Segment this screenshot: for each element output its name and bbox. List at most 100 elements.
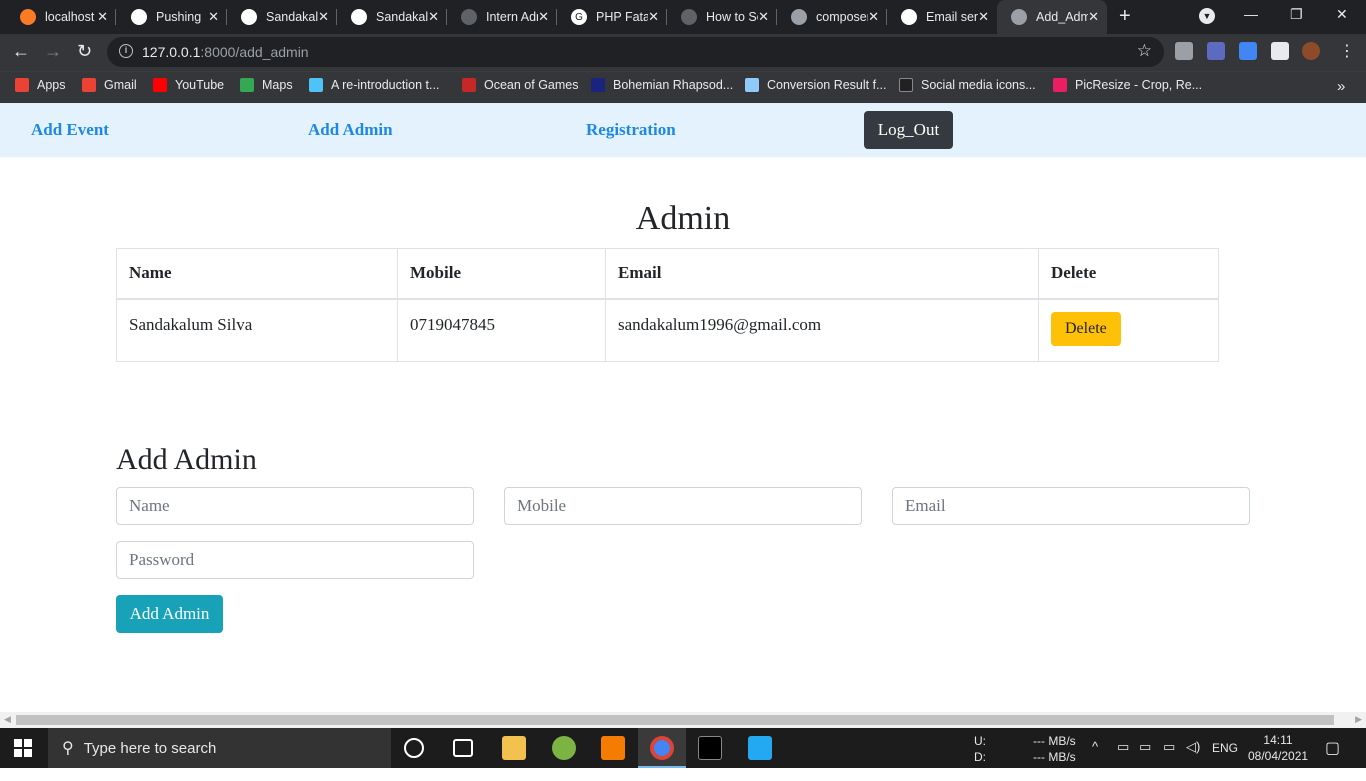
- puzzle-icon[interactable]: [1271, 42, 1289, 60]
- close-icon[interactable]: ✕: [208, 9, 219, 25]
- tab-label: localhost: [45, 10, 95, 24]
- address-bar[interactable]: i 127.0.0.1:8000/add_admin ☆: [107, 37, 1164, 67]
- bookmark-maps[interactable]: Maps: [240, 78, 293, 92]
- minimize-icon[interactable]: —: [1244, 6, 1258, 22]
- tab-label: composer: [816, 10, 868, 24]
- github-icon: [241, 9, 257, 25]
- scrollbar-thumb[interactable]: [16, 715, 1334, 725]
- meet-now-icon[interactable]: ▭: [1117, 739, 1129, 779]
- close-icon[interactable]: ✕: [1088, 9, 1099, 25]
- browser-tab-active[interactable]: Add_Admin ✕: [997, 0, 1107, 34]
- gmail-icon: [82, 78, 96, 92]
- delete-button[interactable]: Delete: [1051, 311, 1121, 346]
- mdn-icon: [309, 78, 323, 92]
- nav-registration[interactable]: Registration: [586, 120, 676, 140]
- windows-start-icon[interactable]: [14, 739, 32, 757]
- browser-tab[interactable]: Sandakalum ✕: [227, 0, 337, 34]
- maps-icon: [240, 78, 254, 92]
- bookmark-picresize[interactable]: PicResize - Crop, Re...: [1053, 78, 1202, 92]
- name-input[interactable]: [116, 487, 474, 525]
- language-indicator[interactable]: ENG: [1212, 741, 1238, 781]
- clock[interactable]: 14:11 08/04/2021: [1248, 732, 1308, 772]
- cortana-icon[interactable]: [404, 738, 424, 758]
- tab-search-icon[interactable]: ▼: [1199, 8, 1215, 24]
- translate-icon[interactable]: [1239, 42, 1257, 60]
- notifications-icon[interactable]: ▢: [1325, 738, 1340, 778]
- browser-tab[interactable]: Sandakalum ✕: [337, 0, 447, 34]
- color-picker-app-icon[interactable]: [552, 736, 576, 760]
- vscode-icon[interactable]: [748, 736, 772, 760]
- task-view-icon[interactable]: [453, 739, 473, 757]
- bookmark-conversion[interactable]: Conversion Result f...: [745, 78, 887, 92]
- bookmark-youtube[interactable]: YouTube: [153, 78, 224, 92]
- close-icon[interactable]: ✕: [868, 9, 879, 25]
- nav-add-event[interactable]: Add Event: [31, 120, 109, 140]
- bookmark-star-icon[interactable]: ☆: [1137, 41, 1152, 61]
- logout-button[interactable]: Log_Out: [864, 111, 953, 149]
- bookmark-reintroduction[interactable]: A re-introduction t...: [309, 78, 439, 92]
- scroll-left-icon[interactable]: ◀: [4, 714, 11, 725]
- github-icon: [131, 9, 147, 25]
- terminal-icon[interactable]: [698, 736, 722, 760]
- browser-tab[interactable]: Pushing ✕: [117, 0, 227, 34]
- page-content: Add Event Add Admin Registration Log_Out…: [0, 103, 1366, 712]
- email-input[interactable]: [892, 487, 1250, 525]
- add-admin-submit-button[interactable]: Add Admin: [116, 595, 223, 633]
- close-icon[interactable]: ✕: [648, 9, 659, 25]
- avatar[interactable]: [1302, 42, 1320, 60]
- net-speed-labels: U: D:: [974, 733, 986, 773]
- bookmark-gmail[interactable]: Gmail: [82, 78, 137, 92]
- taskbar-search-box[interactable]: ⚲ Type here to search: [48, 728, 391, 768]
- table-header-row: Name Mobile Email Delete: [116, 248, 1219, 300]
- restore-icon[interactable]: ❐: [1290, 6, 1303, 23]
- browser-tab[interactable]: Email send ✕: [887, 0, 997, 34]
- browser-tab[interactable]: How to Solve ✕: [667, 0, 777, 34]
- info-icon[interactable]: i: [119, 44, 133, 58]
- browser-tab[interactable]: composer ✕: [777, 0, 887, 34]
- close-icon[interactable]: ✕: [318, 9, 329, 25]
- admin-table: Name Mobile Email Delete Sandakalum Silv…: [116, 248, 1219, 362]
- browser-tab[interactable]: localhost ✕: [6, 0, 116, 34]
- file-explorer-icon[interactable]: [502, 736, 526, 760]
- new-tab-icon[interactable]: +: [1119, 5, 1131, 28]
- volume-icon[interactable]: ◁): [1186, 739, 1200, 779]
- url-text[interactable]: 127.0.0.1:8000/add_admin: [142, 44, 309, 60]
- close-icon[interactable]: ✕: [97, 9, 108, 25]
- forward-icon[interactable]: →: [44, 41, 62, 62]
- bookmark-apps[interactable]: Apps: [15, 78, 66, 92]
- google-icon: G: [571, 9, 587, 25]
- admin-delete-cell: Delete: [1038, 298, 1219, 362]
- browser-tab[interactable]: G PHP Fatal ✕: [557, 0, 667, 34]
- reload-icon[interactable]: ↻: [77, 41, 92, 62]
- close-window-icon[interactable]: ✕: [1336, 6, 1348, 23]
- close-icon[interactable]: ✕: [978, 9, 989, 25]
- close-icon[interactable]: ✕: [538, 9, 549, 25]
- windows-taskbar: ⚲ Type here to search U: D: --- MB/s ---…: [0, 728, 1366, 768]
- scroll-right-icon[interactable]: ▶: [1355, 714, 1362, 725]
- more-bookmarks-icon[interactable]: »: [1337, 78, 1345, 95]
- mobile-input[interactable]: [504, 487, 862, 525]
- back-icon[interactable]: ←: [12, 41, 30, 62]
- horizontal-scrollbar[interactable]: ◀ ▶: [0, 712, 1366, 728]
- bookmarks-bar: Apps Gmail YouTube Maps A re-introductio…: [0, 71, 1366, 103]
- nav-add-admin[interactable]: Add Admin: [308, 120, 393, 140]
- chevron-up-icon[interactable]: ^: [1092, 739, 1098, 779]
- xampp-icon: [20, 9, 36, 25]
- apps-grid-icon: [15, 78, 29, 92]
- bookmark-bohemian[interactable]: Bohemian Rhapsod...: [591, 78, 733, 92]
- network-icon[interactable]: ▭: [1163, 739, 1175, 779]
- password-input[interactable]: [116, 541, 474, 579]
- sublime-text-icon[interactable]: [601, 736, 625, 760]
- tab-label: Add_Admin: [1036, 10, 1088, 24]
- battery-icon[interactable]: ▭: [1139, 739, 1151, 779]
- extension-icon[interactable]: [1207, 42, 1225, 60]
- close-icon[interactable]: ✕: [758, 9, 769, 25]
- close-icon[interactable]: ✕: [428, 9, 439, 25]
- bookmark-social-media[interactable]: Social media icons...: [899, 78, 1036, 92]
- browser-tab[interactable]: Intern Admin ✕: [447, 0, 557, 34]
- column-header-name: Name: [116, 248, 398, 300]
- bookmark-ocean-of-games[interactable]: Ocean of Games: [462, 78, 579, 92]
- camera-icon[interactable]: [1175, 42, 1193, 60]
- chrome-icon[interactable]: [650, 736, 674, 760]
- menu-kebab-icon[interactable]: ⋮: [1339, 41, 1355, 61]
